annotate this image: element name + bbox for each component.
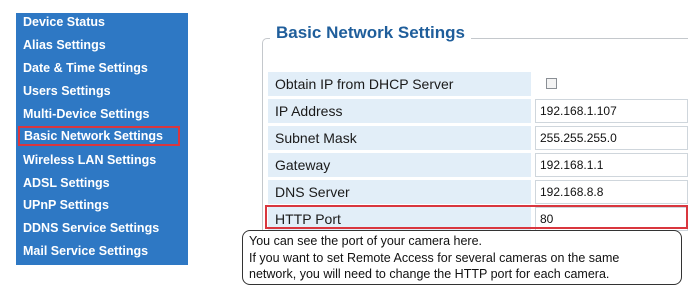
sidebar-item-device-status[interactable]: Device Status — [16, 13, 188, 31]
gateway-label: Gateway — [268, 153, 531, 177]
callout-line: network, you will need to change the HTT… — [249, 267, 610, 281]
sidebar-item-ddns-service-settings[interactable]: DDNS Service Settings — [16, 219, 188, 237]
ip-address-label: IP Address — [268, 99, 531, 123]
sidebar-item-upnp-settings[interactable]: UPnP Settings — [16, 196, 188, 214]
ip-address-field[interactable]: 192.168.1.107 — [535, 99, 688, 123]
sidebar-item-wireless-lan-settings[interactable]: Wireless LAN Settings — [16, 151, 188, 169]
settings-row-gateway: Gateway 192.168.1.1 — [268, 153, 688, 177]
sidebar-item-users-settings[interactable]: Users Settings — [16, 82, 188, 100]
http-port-field[interactable]: 80 — [535, 207, 688, 231]
callout-line: You can see the port of your camera here… — [249, 234, 483, 248]
settings-row-subnet-mask: Subnet Mask 255.255.255.0 — [268, 126, 688, 150]
dhcp-checkbox[interactable] — [546, 78, 557, 89]
http-port-label: HTTP Port — [268, 207, 531, 231]
settings-row-ip-address: IP Address 192.168.1.107 — [268, 99, 688, 123]
callout-note: You can see the port of your camera here… — [242, 230, 682, 285]
dhcp-label: Obtain IP from DHCP Server — [268, 72, 531, 96]
sidebar-item-alias-settings[interactable]: Alias Settings — [16, 36, 188, 54]
settings-row-http-port: HTTP Port 80 — [268, 207, 688, 231]
sidebar-item-adsl-settings[interactable]: ADSL Settings — [16, 174, 188, 192]
page-title: Basic Network Settings — [270, 20, 471, 46]
dns-server-field[interactable]: 192.168.8.8 — [535, 180, 688, 204]
callout-line: If you want to set Remote Access for sev… — [249, 250, 620, 265]
subnet-mask-field[interactable]: 255.255.255.0 — [535, 126, 688, 150]
sidebar-item-basic-network-settings[interactable]: Basic Network Settings — [18, 126, 180, 146]
sidebar-item-date-time-settings[interactable]: Date & Time Settings — [16, 59, 188, 77]
subnet-mask-label: Subnet Mask — [268, 126, 531, 150]
sidebar-nav: Device Status Alias Settings Date & Time… — [16, 13, 188, 265]
settings-row-dhcp: Obtain IP from DHCP Server — [268, 72, 688, 96]
sidebar-item-mail-service-settings[interactable]: Mail Service Settings — [16, 242, 188, 260]
sidebar-item-multi-device-settings[interactable]: Multi-Device Settings — [16, 105, 188, 123]
settings-row-dns-server: DNS Server 192.168.8.8 — [268, 180, 688, 204]
dns-server-label: DNS Server — [268, 180, 531, 204]
gateway-field[interactable]: 192.168.1.1 — [535, 153, 688, 177]
